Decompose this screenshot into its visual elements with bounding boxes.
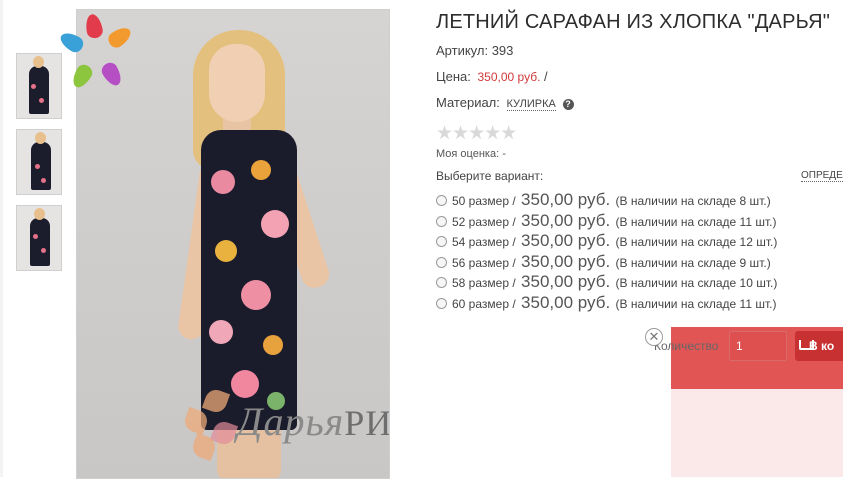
close-icon[interactable]: ✕: [645, 328, 663, 346]
watermark-text: ДарьяРИО: [237, 399, 390, 444]
quantity-input[interactable]: [729, 331, 787, 361]
material-row: Материал: КУЛИРКА ?: [436, 95, 574, 111]
variant-option[interactable]: 52 размер / 350,00 руб. (В наличии на ск…: [436, 211, 776, 231]
radio-icon[interactable]: [436, 298, 447, 309]
thumbnail-head: [35, 132, 46, 144]
thumbnail-figure: [30, 218, 50, 266]
price-row: Цена: 350,00 руб. /: [436, 69, 548, 84]
brand-watermark: ДарьяРИО: [175, 380, 390, 470]
brand-logo-icon: [57, 10, 135, 91]
rating-stars[interactable]: ★★★★★: [436, 122, 517, 145]
radio-icon[interactable]: [436, 277, 447, 288]
product-title: ЛЕТНИЙ САРАФАН ИЗ ХЛОПКА "ДАРЬЯ": [436, 11, 831, 33]
radio-icon[interactable]: [436, 195, 447, 206]
thumbnail-flower: [35, 164, 40, 169]
radio-icon[interactable]: [436, 236, 447, 247]
thumbnail-figure: [29, 66, 49, 114]
variant-option[interactable]: 50 размер / 350,00 руб. (В наличии на ск…: [436, 190, 771, 210]
dress-flower: [241, 280, 271, 310]
price-label: Цена:: [436, 69, 471, 84]
thumbnail-flower: [39, 98, 44, 103]
thumbnail-flower: [31, 84, 36, 89]
product-thumbnail-1[interactable]: [16, 53, 62, 119]
page-left-edge: [0, 0, 3, 477]
choose-variant-label: Выберите вариант:: [436, 169, 544, 183]
thumbnail-head: [34, 208, 45, 220]
add-to-cart-button[interactable]: В ко: [795, 331, 843, 361]
product-thumbnail-3[interactable]: [16, 205, 62, 271]
radio-icon[interactable]: [436, 257, 447, 268]
main-product-photo[interactable]: ДарьяРИО: [76, 9, 390, 479]
help-icon[interactable]: ?: [562, 99, 574, 110]
material-link[interactable]: КУЛИРКА: [506, 98, 556, 111]
sku-label: Артикул:: [436, 43, 489, 58]
quantity-label: Количество: [654, 339, 719, 353]
price-value: 350,00 руб.: [477, 70, 541, 84]
define-size-link[interactable]: ОПРЕДЕЛ: [801, 170, 843, 182]
variant-option[interactable]: 56 размер / 350,00 руб. (В наличии на ск…: [436, 252, 771, 272]
thumbnail-head: [33, 56, 44, 68]
thumbnail-flower: [33, 234, 38, 239]
radio-icon[interactable]: [436, 216, 447, 227]
dress-flower: [215, 240, 237, 262]
variant-option[interactable]: 60 размер / 350,00 руб. (В наличии на ск…: [436, 293, 776, 313]
thumbnail-flower: [41, 248, 46, 253]
sku-row: Артикул: 393: [436, 43, 513, 58]
dress-flower: [211, 170, 235, 194]
product-thumbnail-2[interactable]: [16, 129, 62, 195]
dress-flower: [209, 320, 233, 344]
model-face: [209, 44, 265, 122]
sku-value: 393: [491, 43, 514, 58]
dress-flower: [251, 160, 271, 180]
material-label: Материал:: [436, 95, 500, 110]
variant-option[interactable]: 58 размер / 350,00 руб. (В наличии на ск…: [436, 272, 777, 292]
price-separator: /: [544, 69, 548, 84]
dress-flower: [263, 335, 283, 355]
cart-icon: [799, 340, 814, 350]
thumbnail-figure: [31, 142, 51, 190]
dress-flower: [261, 210, 289, 238]
thumbnail-flower: [41, 178, 46, 183]
my-rating: Моя оценка: -: [436, 148, 506, 160]
variant-option[interactable]: 54 размер / 350,00 руб. (В наличии на ск…: [436, 231, 777, 251]
